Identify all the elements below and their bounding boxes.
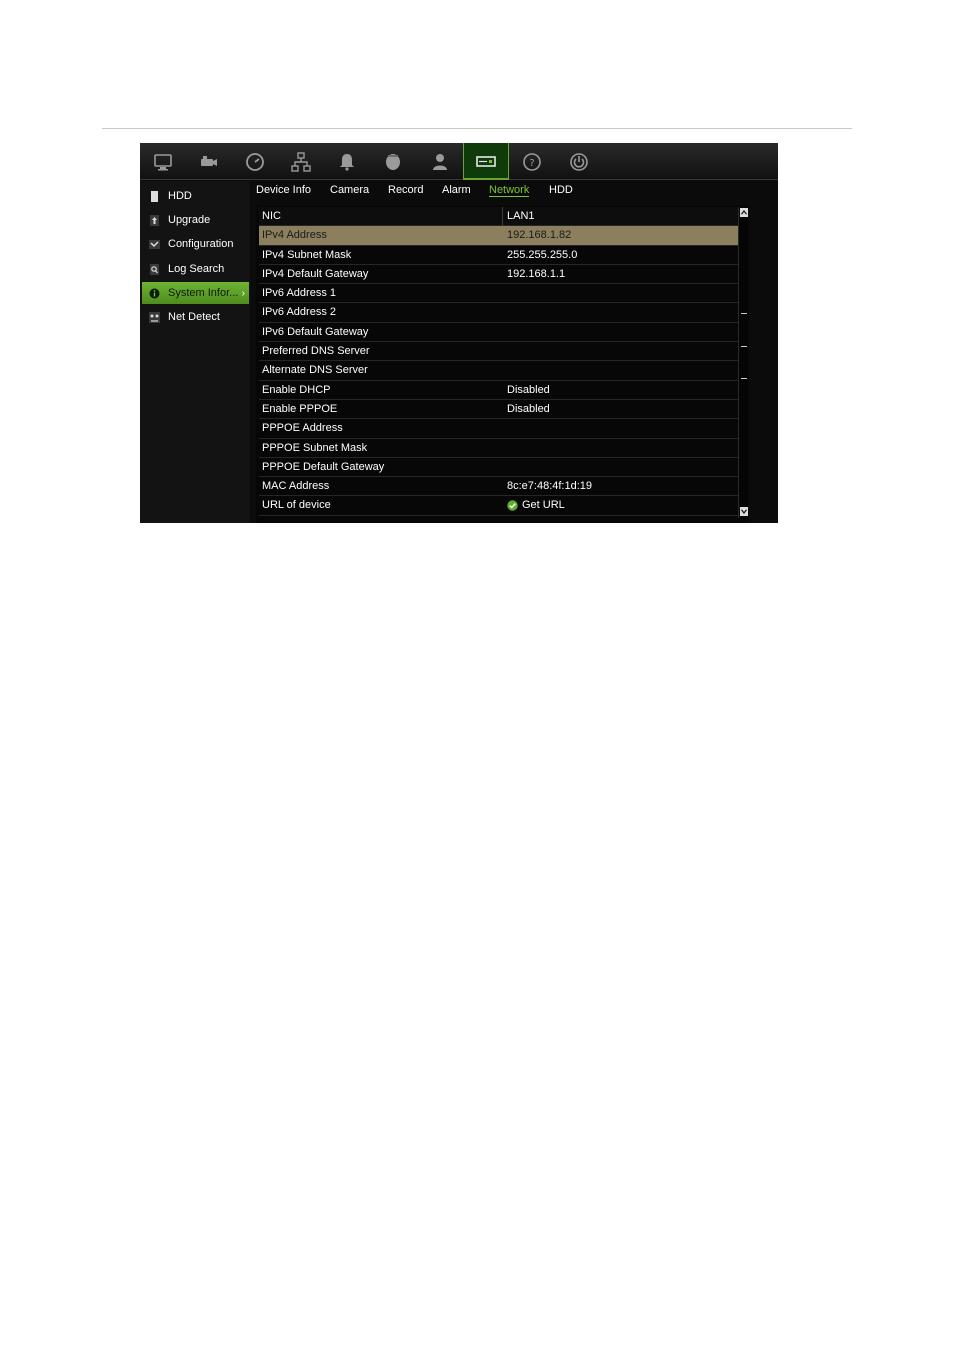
row-label: IPv4 Default Gateway [262, 267, 369, 280]
network-info-table: NIC LAN1 IPv4 Address 192.168.1.82 IPv4 … [259, 207, 738, 516]
table-row[interactable]: MAC Address 8c:e7:48:4f:1d:19 [259, 477, 738, 497]
page-divider [102, 128, 852, 129]
table-row[interactable]: IPv6 Default Gateway [259, 323, 738, 343]
tab-network[interactable]: Network [489, 184, 530, 197]
dome-camera-icon[interactable] [370, 143, 416, 180]
sidebar-item-label: Configuration [168, 238, 234, 250]
sidebar-item-label: Log Search [168, 263, 225, 275]
column-divider [502, 207, 503, 226]
sidebar-item-net-detect[interactable]: Net Detect [142, 306, 249, 328]
row-value: 192.168.1.82 [507, 229, 572, 242]
scroll-down-button[interactable] [740, 507, 748, 516]
row-value: 255.255.255.0 [507, 248, 578, 261]
net-detect-icon [146, 309, 162, 325]
hdd-icon [146, 188, 162, 204]
table-row[interactable]: Alternate DNS Server [259, 361, 738, 381]
row-label: Preferred DNS Server [262, 345, 370, 358]
row-label: IPv4 Subnet Mask [262, 248, 352, 261]
main-menu-bar: ? [140, 143, 778, 180]
info-tabs: Device Info Camera Record Alarm Network … [250, 181, 778, 203]
row-label: IPv6 Address 2 [262, 306, 336, 319]
sidebar-item-configuration[interactable]: Configuration [142, 233, 249, 255]
chevron-up-icon [741, 210, 747, 215]
row-value: Disabled [507, 402, 550, 415]
row-label: IPv6 Default Gateway [262, 325, 369, 338]
nvr-system-info-screen: ? HDD Upgrade Configuration Log Search S… [140, 143, 778, 523]
device-management-icon[interactable] [463, 143, 509, 180]
chevron-right-icon: › [241, 287, 245, 299]
bell-icon[interactable] [324, 143, 370, 180]
sidebar-item-label: System Infor... [168, 287, 239, 299]
svg-text:?: ? [529, 158, 534, 169]
sidebar-item-hdd[interactable]: HDD [142, 185, 249, 207]
table-row[interactable]: IPv4 Subnet Mask 255.255.255.0 [259, 246, 738, 265]
table-row[interactable]: PPPOE Address [259, 419, 738, 439]
monitor-icon[interactable] [140, 143, 186, 180]
scroll-up-button[interactable] [740, 208, 748, 217]
tab-record[interactable]: Record [388, 184, 423, 196]
scroll-tick [741, 346, 747, 347]
get-url-label: Get URL [522, 499, 565, 512]
user-icon[interactable] [417, 143, 463, 180]
row-label: PPPOE Default Gateway [262, 460, 385, 473]
upgrade-icon [146, 212, 162, 228]
power-icon[interactable] [556, 143, 602, 180]
table-scrollbar[interactable] [738, 207, 748, 518]
network-info-panel: NIC LAN1 IPv4 Address 192.168.1.82 IPv4 … [256, 205, 749, 523]
sidebar-item-label: HDD [168, 190, 192, 202]
table-row[interactable]: IPv6 Address 2 [259, 303, 738, 323]
chevron-down-icon [741, 509, 747, 514]
column-header-nic: NIC [262, 210, 281, 222]
tab-alarm[interactable]: Alarm [442, 184, 471, 196]
table-row[interactable]: IPv4 Default Gateway 192.168.1.1 [259, 265, 738, 285]
sidebar-item-log-search[interactable]: Log Search [142, 258, 249, 280]
camera-icon[interactable] [185, 143, 231, 180]
info-icon [146, 285, 162, 301]
scroll-tick [741, 378, 747, 379]
sidebar-item-label: Net Detect [168, 311, 220, 323]
network-icon[interactable] [278, 143, 324, 180]
get-url-link[interactable]: Get URL [507, 499, 565, 511]
row-label: MAC Address [262, 480, 330, 493]
row-value: Disabled [507, 383, 550, 396]
column-header-lan1: LAN1 [507, 210, 535, 222]
table-row[interactable]: Preferred DNS Server [259, 342, 738, 362]
table-header: NIC LAN1 [259, 207, 738, 227]
row-label: Enable PPPOE [262, 402, 338, 415]
row-value: 192.168.1.1 [507, 267, 566, 280]
row-label: URL of device [262, 499, 331, 512]
tab-device-info[interactable]: Device Info [256, 184, 311, 196]
row-label: PPPOE Address [262, 422, 343, 435]
help-icon[interactable]: ? [509, 143, 555, 180]
tab-camera[interactable]: Camera [330, 184, 369, 196]
check-circle-icon [507, 500, 518, 511]
row-label: Enable DHCP [262, 383, 331, 396]
row-label: PPPOE Subnet Mask [262, 441, 368, 454]
table-row[interactable]: Enable PPPOE Disabled [259, 400, 738, 420]
table-row[interactable]: IPv6 Address 1 [259, 284, 738, 304]
table-row[interactable]: IPv4 Address 192.168.1.82 [259, 226, 738, 246]
row-label: IPv6 Address 1 [262, 287, 336, 300]
table-row[interactable]: PPPOE Subnet Mask [259, 439, 738, 458]
sidebar-item-system-info[interactable]: System Infor... › [142, 282, 249, 304]
sidebar: HDD Upgrade Configuration Log Search Sys… [140, 181, 250, 523]
table-row[interactable]: PPPOE Default Gateway [259, 458, 738, 478]
sidebar-item-label: Upgrade [168, 214, 211, 226]
row-label: IPv4 Address [262, 229, 327, 242]
table-row[interactable]: URL of device Get URL [259, 496, 738, 516]
scroll-tick [741, 313, 747, 314]
log-search-icon [146, 261, 162, 277]
table-row[interactable]: Enable DHCP Disabled [259, 381, 738, 400]
configuration-icon [146, 236, 162, 252]
sidebar-item-upgrade[interactable]: Upgrade [142, 209, 249, 231]
tab-hdd[interactable]: HDD [549, 184, 573, 196]
row-value: 8c:e7:48:4f:1d:19 [507, 480, 593, 493]
row-label: Alternate DNS Server [262, 364, 368, 377]
clock-icon[interactable] [232, 143, 278, 180]
